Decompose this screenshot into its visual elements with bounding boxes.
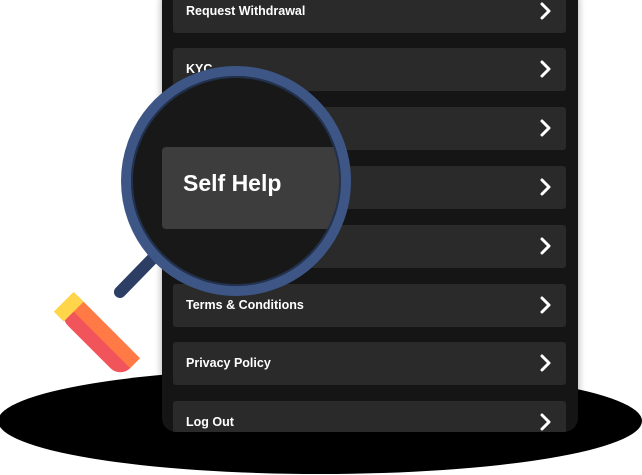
chevron-right-icon (540, 296, 551, 314)
chevron-right-icon (540, 178, 551, 196)
chevron-right-icon (540, 119, 551, 137)
menu-item-privacy-policy[interactable]: Privacy Policy (173, 342, 566, 385)
chevron-right-icon (540, 413, 551, 431)
chevron-right-icon (540, 237, 551, 255)
menu-item-label: Request Withdrawal (186, 4, 306, 18)
magnifier-lens: Self Help (126, 71, 346, 291)
chevron-right-icon (540, 2, 551, 20)
menu-item-label: Log Out (186, 415, 234, 429)
menu-item-log-out[interactable]: Log Out (173, 401, 566, 432)
menu-item-label: Privacy Policy (186, 356, 271, 370)
chevron-right-icon (540, 354, 551, 372)
magnified-label: Self Help (183, 170, 282, 196)
menu-item-request-withdrawal[interactable]: Request Withdrawal (173, 0, 566, 33)
chevron-right-icon (540, 60, 551, 78)
